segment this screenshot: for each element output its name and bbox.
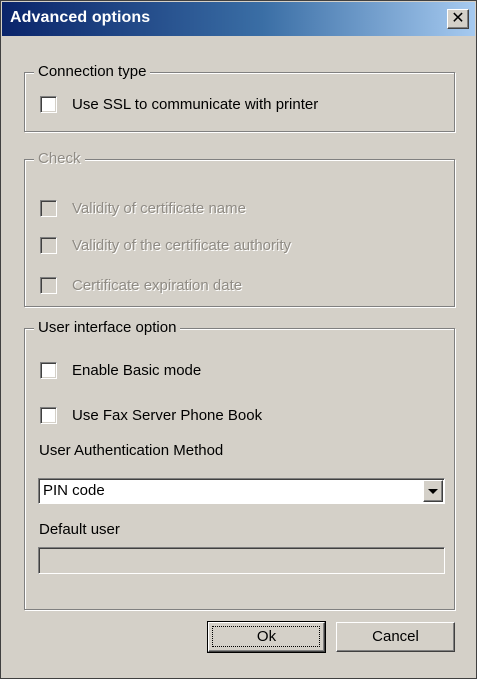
advanced-options-dialog: Advanced options ✕ Connection type Use S… [0, 0, 477, 679]
check-cert-name-checkbox [40, 199, 57, 217]
check-cert-expiration-option: Certificate expiration date [40, 275, 242, 295]
chevron-down-icon [428, 489, 438, 494]
fax-phone-book-option[interactable]: Use Fax Server Phone Book [40, 405, 262, 425]
use-ssl-option[interactable]: Use SSL to communicate with printer [40, 94, 318, 114]
basic-mode-checkbox[interactable] [40, 361, 57, 379]
use-ssl-checkbox[interactable] [40, 95, 57, 113]
default-user-label: Default user [39, 521, 120, 538]
check-cert-authority-option: Validity of the certificate authority [40, 235, 291, 255]
basic-mode-option[interactable]: Enable Basic mode [40, 360, 201, 380]
user-interface-label: User interface option [34, 319, 181, 337]
check-cert-authority-checkbox [40, 236, 57, 254]
check-cert-name-label: Validity of certificate name [72, 199, 246, 217]
auth-method-value: PIN code [43, 482, 105, 499]
use-ssl-label: Use SSL to communicate with printer [72, 95, 319, 113]
fax-phone-book-checkbox[interactable] [40, 406, 57, 424]
focus-rect [212, 626, 320, 647]
check-cert-authority-label: Validity of the certificate authority [72, 236, 291, 254]
close-button[interactable]: ✕ [447, 9, 469, 29]
auth-method-select[interactable]: PIN code [38, 478, 445, 504]
auth-method-label: User Authentication Method [39, 442, 224, 459]
title-bar[interactable]: Advanced options ✕ [2, 2, 475, 36]
fax-phone-book-label: Use Fax Server Phone Book [72, 406, 263, 424]
check-cert-expiration-checkbox [40, 276, 57, 294]
connection-type-label: Connection type [34, 63, 151, 81]
auth-method-dropdown-button[interactable] [423, 480, 443, 502]
ok-button[interactable]: Ok [207, 621, 326, 653]
check-label: Check [34, 150, 85, 168]
check-cert-name-option: Validity of certificate name [40, 198, 246, 218]
dialog-title: Advanced options [10, 9, 151, 26]
basic-mode-label: Enable Basic mode [72, 361, 202, 379]
cancel-button[interactable]: Cancel [336, 622, 455, 652]
default-user-field [38, 547, 445, 574]
check-cert-expiration-label: Certificate expiration date [72, 276, 243, 294]
close-icon: ✕ [451, 10, 465, 27]
cancel-button-label: Cancel [372, 628, 419, 645]
